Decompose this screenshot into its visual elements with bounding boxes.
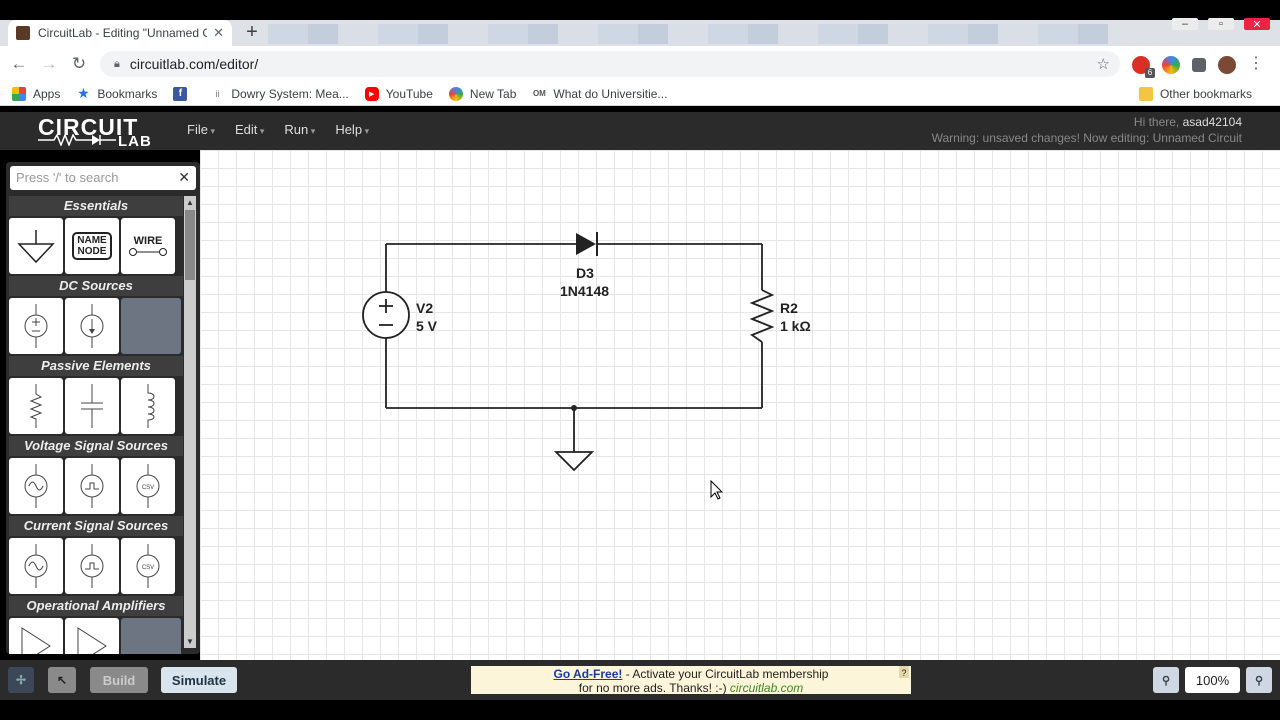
palette-inductor[interactable] <box>121 378 175 434</box>
ground-icon <box>17 230 55 264</box>
scroll-down-icon[interactable]: ▼ <box>186 637 194 646</box>
palette-empty-slot <box>121 618 181 654</box>
palette-dc-current-source[interactable] <box>65 298 119 354</box>
scroll-up-icon[interactable]: ▲ <box>186 198 194 207</box>
svg-text:CSV: CSV <box>142 565 154 571</box>
palette-name-node[interactable]: NAME NODE <box>65 218 119 274</box>
sine-voltage-source-icon <box>24 464 48 508</box>
category-passive-elements: Passive Elements <box>9 356 183 376</box>
dc-voltage-source-icon <box>24 304 48 348</box>
opamp-icon <box>21 627 51 654</box>
palette-scrollbar[interactable]: ▲ ▼ <box>184 196 196 648</box>
palette-csv-current-source[interactable]: CSV <box>121 538 175 594</box>
ad-url[interactable]: circuitlab.com <box>730 681 803 695</box>
wire-icon <box>129 248 167 256</box>
inductor-icon <box>147 384 155 428</box>
palette-square-current-source[interactable] <box>65 538 119 594</box>
diode-name-label: D3 <box>576 265 594 281</box>
resistor-value-label: 1 kΩ <box>780 318 811 334</box>
name-node-line1: NAME <box>77 235 107 246</box>
zoom-level[interactable]: 100% <box>1185 667 1240 693</box>
capacitor-icon <box>81 384 103 428</box>
palette-csv-voltage-source[interactable]: CSV <box>121 458 175 514</box>
csv-current-source-icon: CSV <box>136 544 160 588</box>
category-essentials: Essentials <box>9 196 183 216</box>
palette-resistor[interactable] <box>9 378 63 434</box>
ad-text-line2: for no more ads. Thanks! :-) <box>578 681 730 695</box>
palette-sine-current-source[interactable] <box>9 538 63 594</box>
component-palette: Press '/' to search ✕ Essentials NAME NO… <box>6 162 200 654</box>
palette-opamp-2[interactable] <box>65 618 119 654</box>
select-tool-button[interactable]: ↖ <box>48 667 76 693</box>
pan-tool-button[interactable]: ✢ <box>8 667 34 693</box>
zoom-out-button[interactable]: ⚲ <box>1153 667 1179 693</box>
palette-ground[interactable] <box>9 218 63 274</box>
svg-text:CSV: CSV <box>142 485 154 491</box>
source-name-label: V2 <box>416 300 434 316</box>
palette-dc-voltage-source[interactable] <box>9 298 63 354</box>
palette-square-voltage-source[interactable] <box>65 458 119 514</box>
category-voltage-signal-sources: Voltage Signal Sources <box>9 436 183 456</box>
opamp-icon <box>77 627 107 654</box>
category-operational-amplifiers: Operational Amplifiers <box>9 596 183 616</box>
clear-search-icon[interactable]: ✕ <box>178 169 190 186</box>
palette-wire[interactable]: WIRE <box>121 218 175 274</box>
square-voltage-source-icon <box>80 464 104 508</box>
node-junction <box>571 405 577 411</box>
name-node-line2: NODE <box>77 246 107 257</box>
palette-sine-voltage-source[interactable] <box>9 458 63 514</box>
zoom-in-button[interactable]: ⚲ <box>1246 667 1272 693</box>
palette-opamp[interactable] <box>9 618 63 654</box>
category-dc-sources: DC Sources <box>9 276 183 296</box>
resistor-name-label: R2 <box>780 300 798 316</box>
ad-help-icon[interactable]: ? <box>899 666 909 678</box>
name-node-icon: NAME NODE <box>72 232 112 260</box>
mouse-cursor-icon <box>710 479 724 500</box>
csv-voltage-source-icon: CSV <box>136 464 160 508</box>
ground-symbol[interactable] <box>553 451 595 472</box>
square-current-source-icon <box>80 544 104 588</box>
diode-symbol[interactable] <box>576 232 598 256</box>
ad-banner[interactable]: Go Ad-Free! - Activate your CircuitLab m… <box>471 666 911 695</box>
screen-bottom-border <box>0 700 1280 720</box>
resistor-icon <box>29 384 43 428</box>
palette-capacitor[interactable] <box>65 378 119 434</box>
ad-text-line1: - Activate your CircuitLab membership <box>622 667 829 681</box>
wire-label: WIRE <box>133 235 163 247</box>
build-button[interactable]: Build <box>90 667 148 693</box>
scrollbar-thumb[interactable] <box>185 210 195 280</box>
sine-current-source-icon <box>24 544 48 588</box>
diode-model-label: 1N4148 <box>560 283 610 299</box>
resistor-symbol[interactable] <box>749 289 775 343</box>
voltage-source-symbol[interactable] <box>362 291 410 339</box>
source-value-label: 5 V <box>416 318 438 334</box>
go-ad-free-link[interactable]: Go Ad-Free! <box>554 667 623 681</box>
simulate-button[interactable]: Simulate <box>161 667 237 693</box>
palette-empty-slot <box>121 298 181 354</box>
dc-current-source-icon <box>80 304 104 348</box>
search-placeholder: Press '/' to search <box>16 170 119 185</box>
component-search-input[interactable]: Press '/' to search ✕ <box>10 166 196 190</box>
category-current-signal-sources: Current Signal Sources <box>9 516 183 536</box>
